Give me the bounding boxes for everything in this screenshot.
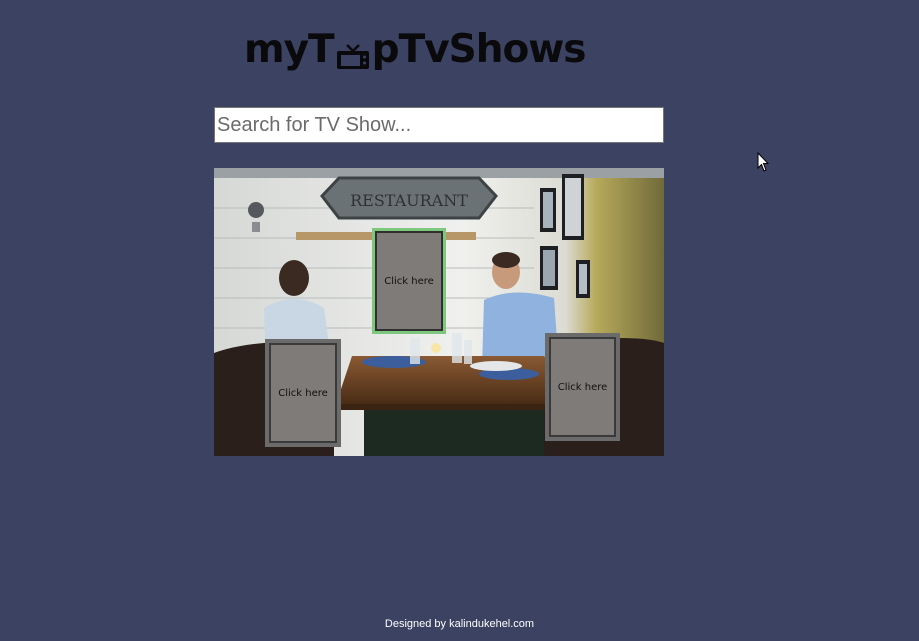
tv-show-frame-top[interactable]: Click here — [372, 228, 446, 334]
restaurant-sign-text: RESTAURANT — [350, 191, 468, 210]
page: myT pTvShows Search for TV Show... RESTA… — [0, 0, 919, 641]
tv-show-frame-left[interactable]: Click here — [265, 339, 341, 447]
frame-label: Click here — [278, 387, 328, 399]
frame-label: Click here — [384, 275, 434, 287]
logo-text-end: pTvShows — [371, 26, 587, 72]
tv-icon — [336, 38, 370, 69]
tv-show-frame-right[interactable]: Click here — [545, 333, 620, 441]
site-logo[interactable]: myT pTvShows — [244, 26, 587, 72]
frame-label: Click here — [557, 381, 608, 393]
mouse-cursor-icon — [757, 152, 769, 172]
search-input[interactable] — [214, 107, 664, 143]
logo-text-start: myT — [244, 26, 335, 72]
footer-credit: Designed by kalindukehel.com — [384, 618, 535, 630]
